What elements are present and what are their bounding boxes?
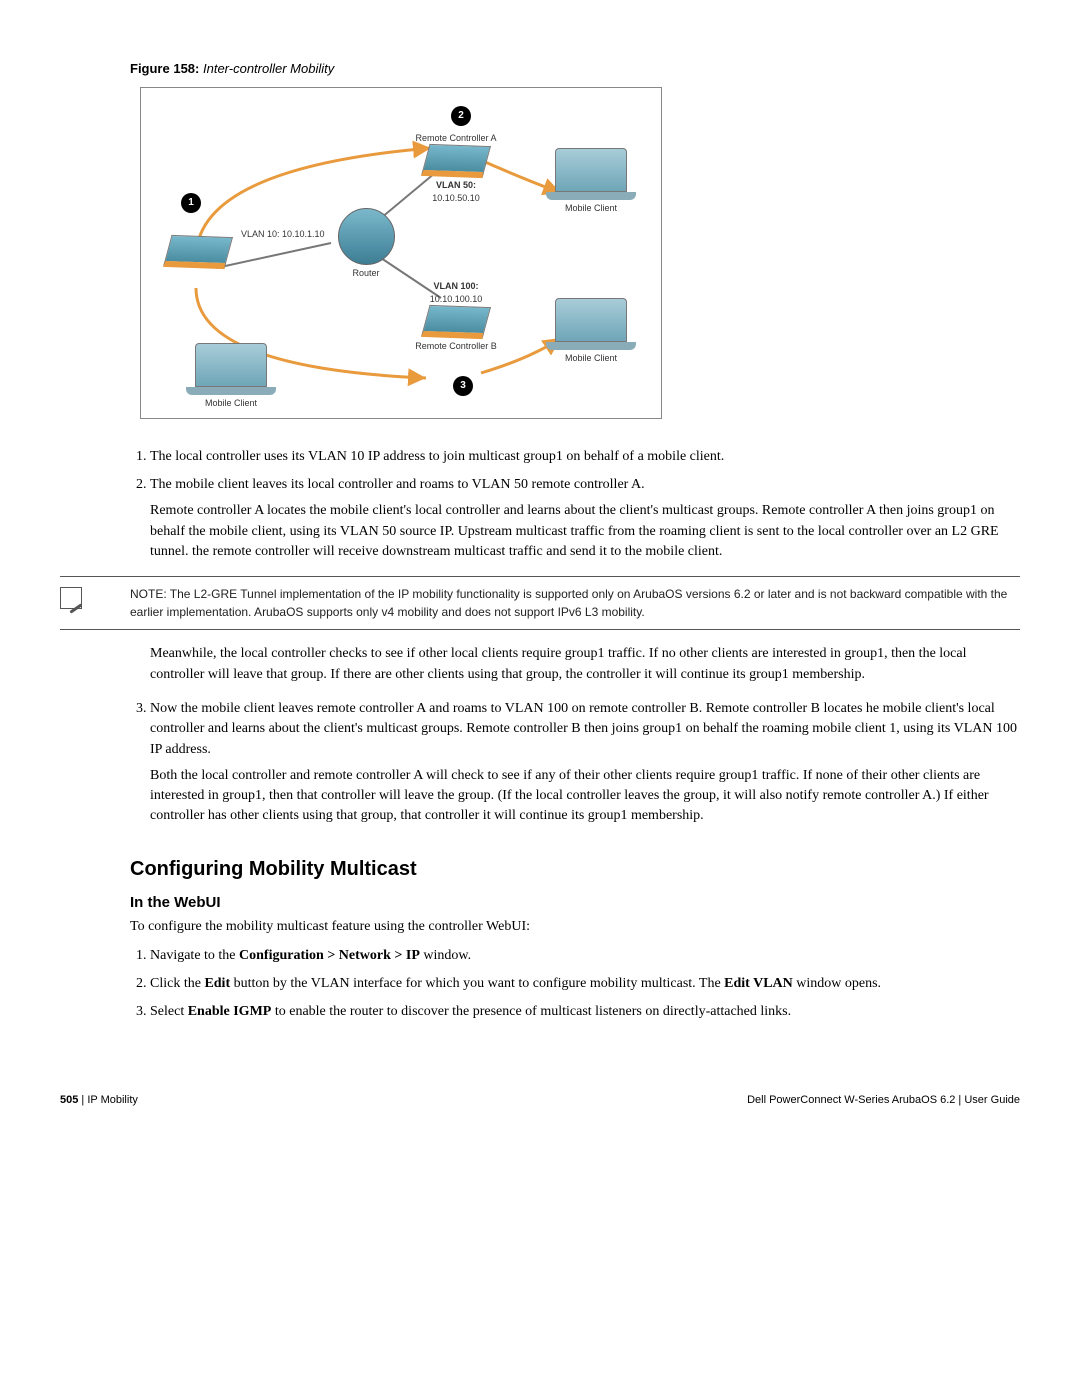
diagram-mobile-client-br: Mobile Client [541,298,641,365]
diagram-label: Mobile Client [541,352,641,365]
footer-section: IP Mobility [87,1094,138,1106]
webui-step-3: Select Enable IGMP to enable the router … [150,1002,1020,1022]
figure-diagram: 1 2 3 Remote Controller A VLAN 50: 10.10… [140,87,662,419]
diagram-label: Mobile Client [181,397,281,410]
step-text: Both the local controller and remote con… [150,766,1020,827]
step-text: The mobile client leaves its local contr… [150,477,645,492]
subsection-heading: In the WebUI [130,892,1020,914]
diagram-remote-controller-b: VLAN 100: 10.10.100.10 Remote Controller… [411,280,501,353]
diagram-mobile-client-tr: Mobile Client [541,148,641,215]
step-text: Remote controller A locates the mobile c… [150,501,1020,562]
diagram-local-switch [163,236,233,270]
note-block: NOTE: The L2-GRE Tunnel implementation o… [60,576,1020,630]
t: Select [150,1004,188,1019]
meanwhile-paragraph: Meanwhile, the local controller checks t… [150,644,1020,685]
note-icon [60,587,82,609]
webui-step-2: Click the Edit button by the VLAN interf… [150,974,1020,994]
sep: | [78,1094,87,1106]
t: Click the [150,976,204,991]
steps-list-1: The local controller uses its VLAN 10 IP… [130,447,1020,562]
figure-label: Figure 158: [130,61,199,76]
diagram-label: Mobile Client [541,202,641,215]
enable-igmp-label: Enable IGMP [188,1004,272,1019]
edit-label: Edit [204,976,230,991]
diagram-label: Remote Controller B [411,340,501,353]
footer-right: Dell PowerConnect W-Series ArubaOS 6.2 |… [747,1093,1020,1109]
edit-vlan-label: Edit VLAN [724,976,793,991]
sep: | [955,1094,964,1106]
steps-list-2: Now the mobile client leaves remote cont… [130,699,1020,827]
diagram-remote-controller-a: Remote Controller A VLAN 50: 10.10.50.10 [411,132,501,205]
diagram-vlan10-label: VLAN 10: 10.10.1.10 [241,228,325,241]
page-footer: 505 | IP Mobility Dell PowerConnect W-Se… [60,1093,1020,1109]
diagram-label: 10.10.50.10 [411,192,501,205]
step-text: Now the mobile client leaves remote cont… [150,701,1017,757]
footer-guide: User Guide [964,1094,1020,1106]
webui-step-1: Navigate to the Configuration > Network … [150,946,1020,966]
step-2: The mobile client leaves its local contr… [150,475,1020,562]
t: button by the VLAN interface for which y… [230,976,724,991]
diagram-label: VLAN 10: 10.10.1.10 [241,229,325,239]
diagram-bubble-1: 1 [181,193,201,213]
webui-steps: Navigate to the Configuration > Network … [130,946,1020,1023]
diagram-bubble-3: 3 [453,376,473,396]
section-heading: Configuring Mobility Multicast [130,855,1020,884]
footer-product: Dell PowerConnect W-Series ArubaOS 6.2 [747,1094,955,1106]
step-3: Now the mobile client leaves remote cont… [150,699,1020,827]
t: window. [420,948,471,963]
diagram-mobile-client-bl: Mobile Client [181,343,281,410]
step-1: The local controller uses its VLAN 10 IP… [150,447,1020,467]
diagram-label: 10.10.100.10 [411,293,501,306]
t: to enable the router to discover the pre… [271,1004,791,1019]
diagram-label: VLAN 50: [411,179,501,192]
footer-left: 505 | IP Mobility [60,1093,138,1109]
diagram-label: Remote Controller A [411,132,501,145]
diagram-router: Router [331,208,401,280]
note-text: NOTE: The L2-GRE Tunnel implementation o… [130,587,1007,619]
figure-title: Inter-controller Mobility [203,61,334,76]
t: window opens. [793,976,881,991]
nav-path: Configuration > Network > IP [239,948,420,963]
figure-caption: Figure 158: Inter-controller Mobility [130,60,1020,79]
page-number: 505 [60,1094,78,1106]
diagram-label: Router [331,267,401,280]
t: Navigate to the [150,948,239,963]
step-text: The local controller uses its VLAN 10 IP… [150,449,724,464]
lead-text: To configure the mobility multicast feat… [130,917,1020,937]
diagram-label: VLAN 100: [411,280,501,293]
diagram-bubble-2: 2 [451,106,471,126]
